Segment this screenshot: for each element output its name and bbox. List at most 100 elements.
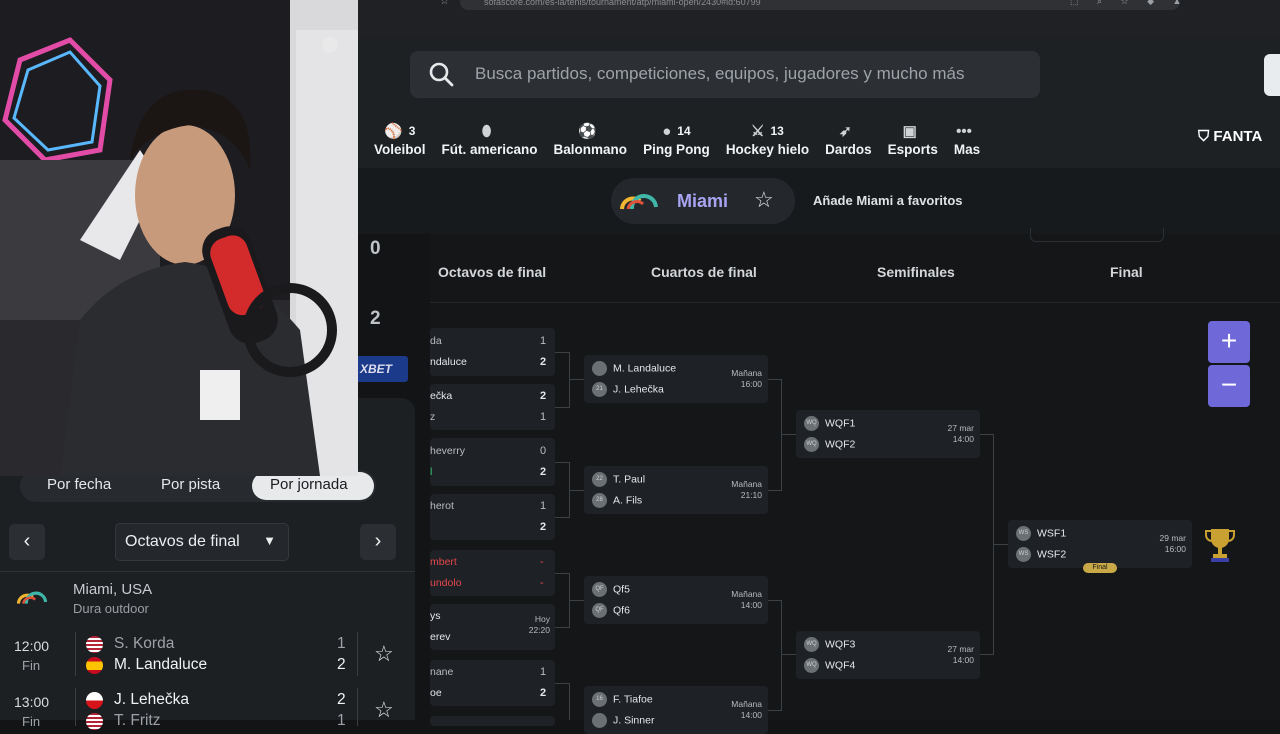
player-avatar: QF bbox=[592, 582, 607, 597]
sport-handball[interactable]: ⚽ Balonmano bbox=[546, 120, 636, 168]
flag-cz-icon bbox=[86, 692, 103, 709]
zoom-in-button[interactable]: + bbox=[1208, 321, 1250, 363]
more-icon: ••• bbox=[956, 122, 972, 140]
bracket-connector bbox=[781, 379, 782, 491]
sport-ping-pong[interactable]: ● 14 Ping Pong bbox=[635, 120, 718, 168]
r16-match-6[interactable]: ys Hoy 22:20 erev bbox=[430, 604, 555, 650]
tournament-location: Miami, USA bbox=[73, 581, 153, 598]
caret-down-icon: ▼ bbox=[263, 533, 276, 548]
flag-us-icon bbox=[86, 636, 103, 653]
tab-por-fecha[interactable]: Por fecha bbox=[47, 476, 111, 493]
placeholder-avatar: WQ bbox=[804, 658, 819, 673]
bracket-connector bbox=[569, 683, 570, 720]
sport-darts[interactable]: ➶ Dardos bbox=[817, 120, 880, 168]
search-placeholder: Busca partidos, competiciones, equipos, … bbox=[475, 64, 965, 83]
favorite-match-star-icon[interactable]: ☆ bbox=[374, 697, 394, 723]
sport-esports[interactable]: ▣ Esports bbox=[880, 120, 946, 168]
handball-icon: ⚽ bbox=[577, 123, 597, 140]
row-separator bbox=[75, 688, 76, 726]
streamer-webcam-image bbox=[0, 0, 358, 476]
bracket-connector bbox=[994, 544, 1008, 545]
webcam-overlay bbox=[0, 0, 358, 476]
browser-extension-icons[interactable]: ⬚ ⌕ ☆ ◆ ▲ bbox=[1070, 0, 1189, 7]
placeholder-avatar: WS bbox=[1016, 526, 1031, 541]
bracket-connector bbox=[555, 462, 569, 463]
bracket-connector bbox=[768, 600, 782, 601]
placeholder-avatar: WQ bbox=[804, 637, 819, 652]
trophy-icon bbox=[1205, 526, 1235, 569]
zoom-out-button[interactable]: − bbox=[1208, 365, 1250, 407]
ping-pong-icon: ● bbox=[662, 122, 672, 140]
strip-score-b: 2 bbox=[370, 308, 381, 329]
placeholder-avatar: WQ bbox=[804, 416, 819, 431]
sport-ice-hockey[interactable]: ⚔ 13 Hockey hielo bbox=[718, 120, 817, 168]
player-avatar: 22 bbox=[592, 472, 607, 487]
bracket-connector bbox=[570, 490, 584, 491]
add-favorite-text: Añade Miami a favoritos bbox=[813, 193, 963, 208]
round-header-r16: Octavos de final bbox=[438, 264, 547, 280]
next-round-button[interactable]: › bbox=[360, 524, 396, 560]
qf-match-2[interactable]: 22 T. Paul 28 A. Fils Mañana 21:10 bbox=[584, 466, 768, 514]
tournament-pill[interactable]: Miami ☆ bbox=[611, 178, 795, 224]
bracket-connector bbox=[555, 627, 569, 628]
qf-match-4[interactable]: 16 F. Tiafoe J. Sinner Mañana 14:00 bbox=[584, 686, 768, 734]
volleyball-icon: ⚾ bbox=[384, 123, 403, 140]
match-row[interactable]: 13:00 Fin J. Lehečka 2 T. Fritz 1 ☆ bbox=[0, 686, 415, 730]
sf-match-1[interactable]: WQ WQF1 WQ WQF2 27 mar 14:00 bbox=[796, 410, 980, 458]
favorite-match-star-icon[interactable]: ☆ bbox=[374, 641, 394, 667]
r16-match-8[interactable] bbox=[430, 716, 555, 726]
bracket-connector bbox=[555, 352, 569, 353]
esports-icon: ▣ bbox=[902, 123, 917, 140]
search-icon bbox=[428, 61, 454, 92]
sf-match-2[interactable]: WQ WQF3 WQ WQF4 27 mar 14:00 bbox=[796, 631, 980, 679]
player-avatar bbox=[592, 713, 607, 728]
sponsor-banner[interactable]: XBET bbox=[358, 356, 408, 382]
tab-por-jornada[interactable]: Por jornada bbox=[270, 476, 348, 493]
darts-icon: ➶ bbox=[839, 123, 852, 140]
bracket-connector bbox=[569, 352, 570, 408]
r16-match-2[interactable]: ečka 2 z1 bbox=[430, 384, 555, 430]
round-header-sf: Semifinales bbox=[877, 264, 955, 280]
season-select[interactable] bbox=[1030, 228, 1164, 242]
bracket-connector bbox=[555, 407, 569, 408]
r16-match-4[interactable]: herot 1 2 bbox=[430, 494, 555, 540]
final-badge: Final bbox=[1083, 563, 1117, 573]
qf-match-1[interactable]: M. Landaluce 21 J. Lehečka Mañana 16:00 bbox=[584, 355, 768, 403]
r16-match-3[interactable]: heverry 0 l2 bbox=[430, 438, 555, 486]
search-input[interactable]: Busca partidos, competiciones, equipos, … bbox=[410, 51, 1040, 98]
sport-american-football[interactable]: ⬮ Fút. americano bbox=[434, 120, 546, 168]
r16-match-5[interactable]: mbert - undolo - bbox=[430, 550, 555, 596]
login-button[interactable] bbox=[1264, 54, 1280, 96]
bracket-connector bbox=[768, 379, 782, 380]
header-divider bbox=[430, 302, 1280, 303]
bracket-connector bbox=[781, 600, 782, 711]
panel-divider bbox=[0, 571, 415, 572]
round-select[interactable]: Octavos de final ▼ bbox=[115, 523, 289, 561]
qf-match-3[interactable]: QF Qf5 QF Qf6 Mañana 14:00 bbox=[584, 576, 768, 624]
prev-round-button[interactable]: ‹ bbox=[9, 524, 45, 560]
sport-volleyball[interactable]: ⚾ 3 Voleibol bbox=[366, 120, 434, 168]
sports-nav: ⚾ 3 Voleibol ⬮ Fút. americano ⚽ Balonmano ● 1… bbox=[366, 120, 988, 168]
round-header-qf: Cuartos de final bbox=[651, 264, 757, 280]
sport-more[interactable]: ••• Mas bbox=[946, 120, 988, 168]
r16-match-7[interactable]: nane 1 oe 2 bbox=[430, 660, 555, 706]
row-separator bbox=[357, 688, 358, 726]
r16-match-1[interactable]: da 1 ndaluce 2 bbox=[430, 328, 555, 376]
tournament-name: Miami bbox=[677, 191, 729, 211]
flag-es-icon bbox=[86, 657, 103, 674]
bracket-connector bbox=[555, 683, 569, 684]
match-row[interactable]: 12:00 Fin S. Korda 1 M. Landaluce 2 ☆ bbox=[0, 630, 415, 680]
tournament-surface: Dura outdoor bbox=[73, 601, 149, 616]
bracket-connector bbox=[555, 573, 569, 574]
player-avatar: 21 bbox=[592, 382, 607, 397]
final-match[interactable]: WS WSF1 WS WSF2 29 mar 16:00 bbox=[1008, 520, 1192, 568]
bookmark-star-icon[interactable]: ☆ bbox=[440, 0, 449, 7]
player-avatar: 16 bbox=[592, 692, 607, 707]
bracket-connector bbox=[980, 654, 994, 655]
tab-por-pista[interactable]: Por pista bbox=[161, 476, 220, 493]
tournament-bracket: Octavos de final Cuartos de final Semifi… bbox=[430, 228, 1280, 734]
placeholder-avatar: WS bbox=[1016, 547, 1031, 562]
favorite-star-icon[interactable]: ☆ bbox=[754, 187, 774, 213]
fantasy-link[interactable]: ⛉ FANTA bbox=[1198, 128, 1262, 145]
ice-hockey-icon: ⚔ bbox=[751, 123, 765, 140]
